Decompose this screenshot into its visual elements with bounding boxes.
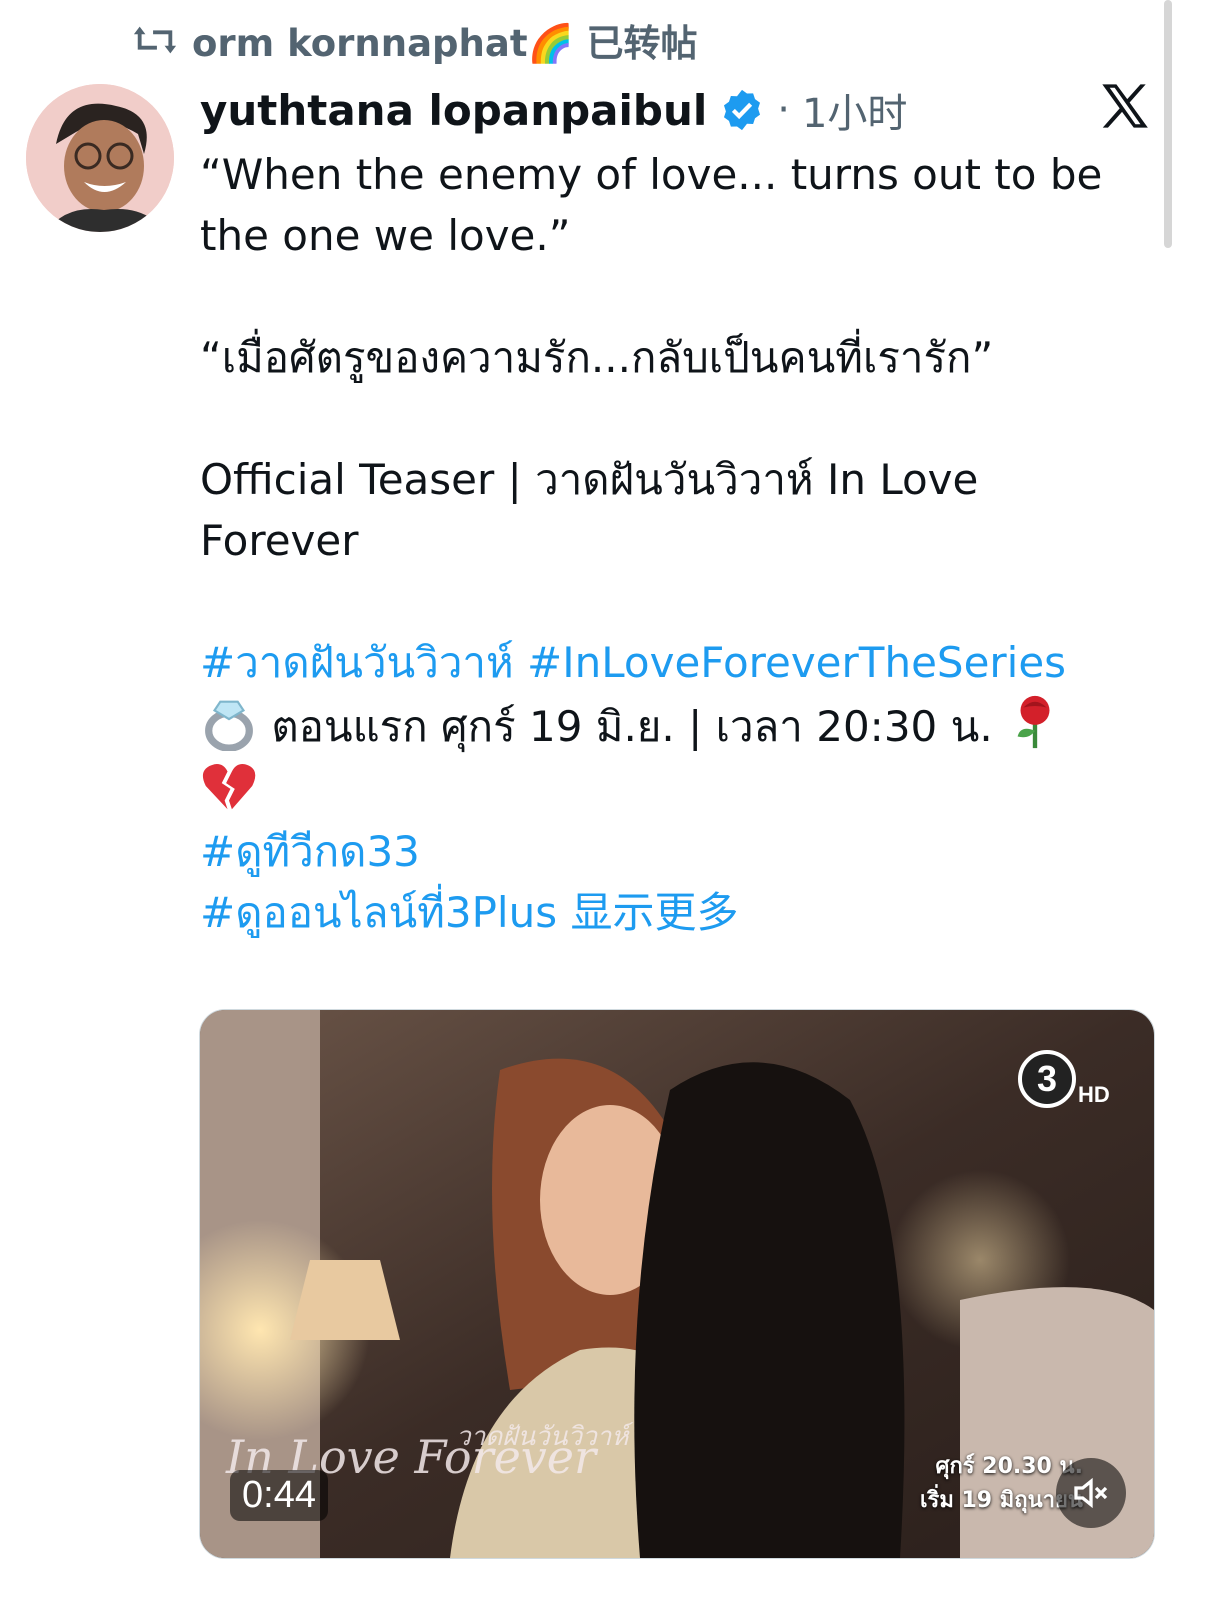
post-timestamp[interactable]: 1小时 xyxy=(802,81,907,139)
airing-text: ตอนแรก ศุกร์ 19 มิ.ย. | เวลา 20:30 น. xyxy=(271,702,993,751)
user-avatar xyxy=(26,84,174,232)
broken-heart-icon xyxy=(200,757,258,815)
channel-logo: 3 HD xyxy=(1018,1050,1110,1108)
post-quote-english: “When the enemy of love... turns out to … xyxy=(200,150,1116,260)
post-header: yuthtana lopanpaibul · 1小时 xyxy=(200,78,907,142)
mute-button[interactable] xyxy=(1056,1458,1126,1528)
repost-icon xyxy=(133,26,177,54)
video-player[interactable]: 3 HD In Love Forever วาดฝันวันวิวาห์ ศุก… xyxy=(199,1009,1155,1559)
hashtag-link[interactable]: #ดูออนไลน์ที่3Plus xyxy=(200,888,557,937)
hashtag-link[interactable]: #ดูทีวีกด33 xyxy=(200,827,420,876)
post-quote-thai: “เมื่อศัตรูของความรัก...กลับเป็นคนที่เรา… xyxy=(200,333,994,382)
separator-dot: · xyxy=(777,87,790,133)
video-duration: 0:44 xyxy=(230,1470,328,1521)
airing-line: ตอนแรก ศุกร์ 19 มิ.ย. | เวลา 20:30 น. xyxy=(200,693,1150,757)
repost-header[interactable]: orm kornnaphat🌈 已转帖 xyxy=(132,14,697,66)
ring-icon xyxy=(200,693,258,751)
author-name[interactable]: yuthtana lopanpaibul xyxy=(200,86,707,135)
rose-icon xyxy=(1006,693,1064,751)
scrollbar[interactable] xyxy=(1164,0,1172,248)
repost-label: orm kornnaphat🌈 已转帖 xyxy=(192,22,698,65)
muted-speaker-icon xyxy=(1074,1477,1108,1509)
show-more-link[interactable]: 显示更多 xyxy=(570,888,738,937)
avatar[interactable] xyxy=(26,84,174,232)
post-body: “When the enemy of love... turns out to … xyxy=(200,144,1150,943)
hashtag-link[interactable]: #วาดฝันวันวิวาห์ #InLoveForeverTheSeries xyxy=(200,638,1066,687)
verified-badge-icon xyxy=(719,87,765,133)
post-teaser-title: Official Teaser | วาดฝันวันวิวาห์ In Lov… xyxy=(200,455,992,565)
x-logo-icon[interactable] xyxy=(1098,80,1150,132)
